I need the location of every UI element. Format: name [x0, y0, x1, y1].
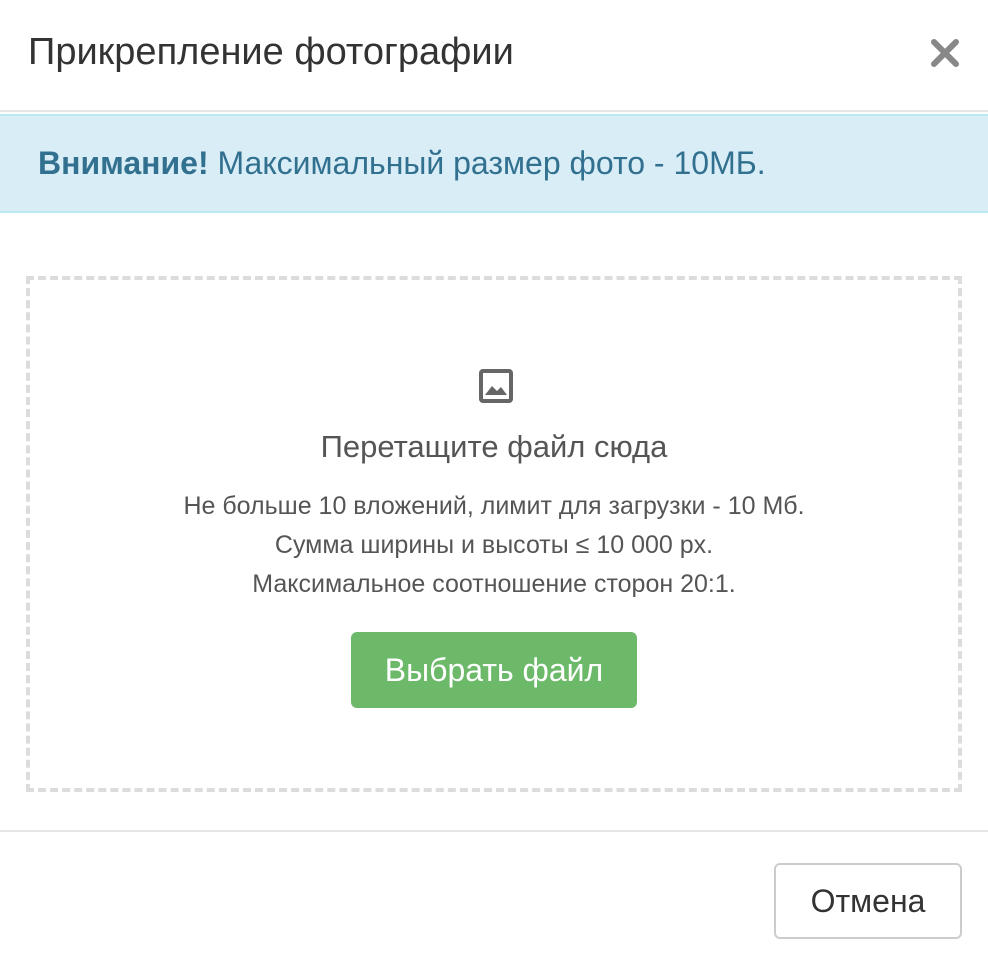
image-icon — [479, 369, 513, 403]
alert-message: Максимальный размер фото - 10МБ. — [208, 145, 766, 181]
file-dropzone[interactable]: Перетащите файл сюда Не больше 10 вложен… — [26, 276, 962, 792]
alert-strong-label: Внимание! — [38, 145, 209, 181]
dialog-title: Прикрепление фотографии — [28, 31, 514, 73]
dropzone-hint-attachments: Не больше 10 вложений, лимит для загрузк… — [183, 492, 805, 520]
size-warning-alert: Внимание! Максимальный размер фото - 10М… — [0, 114, 988, 213]
cancel-button[interactable]: Отмена — [774, 863, 962, 939]
dialog-footer: Отмена — [0, 830, 988, 962]
attach-photo-dialog: Прикрепление фотографии Внимание! Максим… — [0, 0, 988, 962]
close-button[interactable] — [926, 34, 964, 72]
choose-file-button[interactable]: Выбрать файл — [351, 632, 637, 708]
dropzone-hint-dimensions: Сумма ширины и высоты ≤ 10 000 px. — [274, 531, 714, 559]
dropzone-title: Перетащите файл сюда — [320, 429, 668, 464]
close-icon — [931, 39, 959, 67]
dialog-header: Прикрепление фотографии — [0, 0, 988, 112]
dropzone-hint-aspect-ratio: Максимальное соотношение сторон 20:1. — [252, 570, 736, 598]
